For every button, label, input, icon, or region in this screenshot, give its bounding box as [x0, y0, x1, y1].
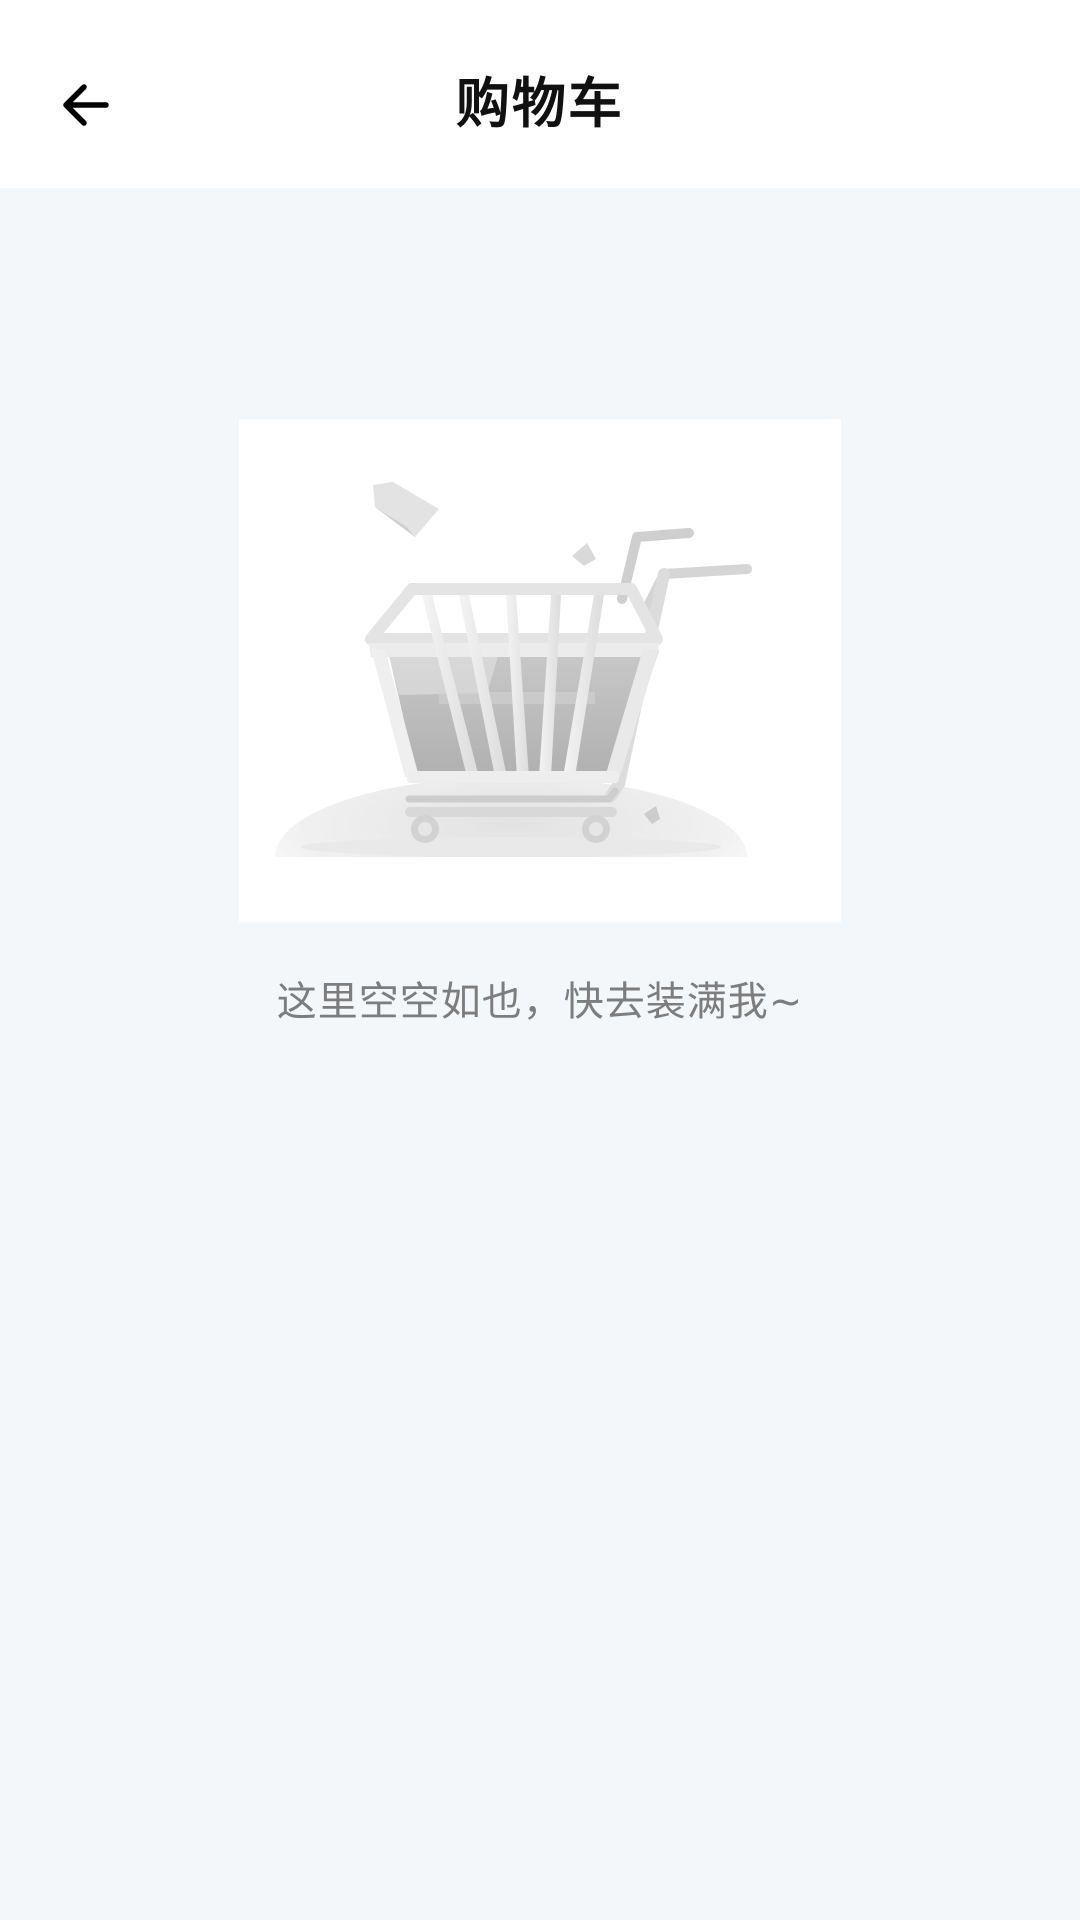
empty-cart-illustration	[239, 419, 841, 937]
empty-cart-message: 这里空空如也，快去装满我~	[276, 979, 804, 1025]
shopping-cart-icon	[239, 482, 841, 937]
top-app-bar: 购物车	[0, 0, 1080, 188]
page-title: 购物车	[456, 72, 624, 135]
